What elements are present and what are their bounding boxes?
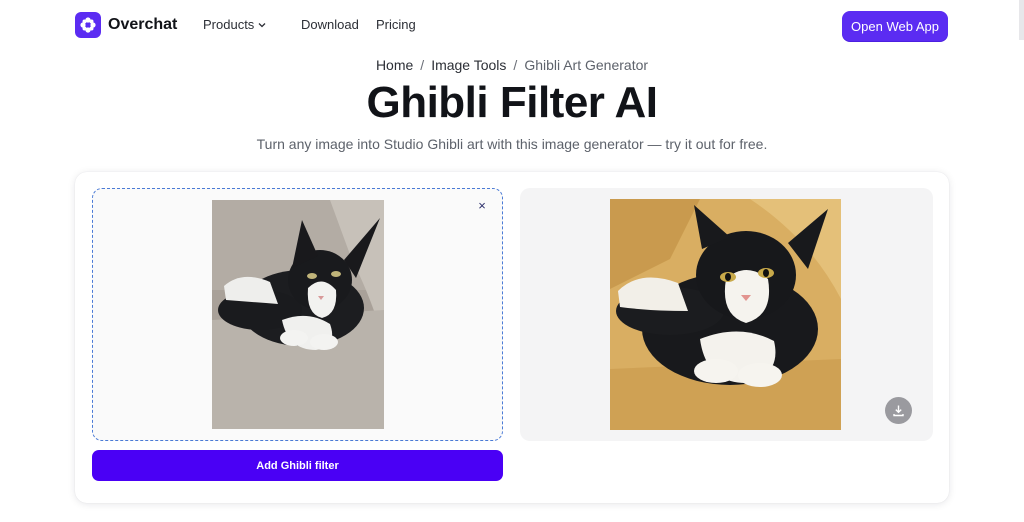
brand-name: Overchat <box>108 16 178 33</box>
image-upload-dropzone[interactable]: × <box>92 188 503 441</box>
open-web-app-button[interactable]: Open Web App <box>842 11 948 41</box>
nav-pricing[interactable]: Pricing <box>376 17 416 32</box>
ghibli-tool-card: × Add Ghibli filter <box>75 172 949 503</box>
scrollbar-edge <box>1019 0 1024 40</box>
nav-download[interactable]: Download <box>301 17 359 32</box>
breadcrumb: Home / Image Tools / Ghibli Art Generator <box>0 57 1024 73</box>
download-icon[interactable] <box>885 397 912 424</box>
breadcrumb-separator: / <box>420 57 425 73</box>
result-panel <box>520 188 933 441</box>
breadcrumb-separator: / <box>513 57 518 73</box>
overchat-logo-icon <box>75 12 101 38</box>
ghibli-cat-output-image <box>610 199 841 430</box>
brand-logo[interactable]: Overchat <box>75 12 177 38</box>
page-subtitle: Turn any image into Studio Ghibli art wi… <box>256 136 768 152</box>
top-header: Overchat Products Download Pricing Open … <box>0 0 1024 52</box>
add-ghibli-filter-button[interactable]: Add Ghibli filter <box>92 450 503 481</box>
breadcrumb-home[interactable]: Home <box>376 57 413 73</box>
page-title: Ghibli Filter AI <box>366 78 658 127</box>
chevron-down-icon <box>258 20 266 30</box>
nav-products-label: Products <box>203 17 255 32</box>
uploaded-cat-photo <box>212 200 384 429</box>
nav-products[interactable]: Products <box>203 17 266 32</box>
breadcrumb-current: Ghibli Art Generator <box>524 57 649 73</box>
close-icon[interactable]: × <box>475 199 489 213</box>
breadcrumb-image-tools[interactable]: Image Tools <box>431 57 506 73</box>
